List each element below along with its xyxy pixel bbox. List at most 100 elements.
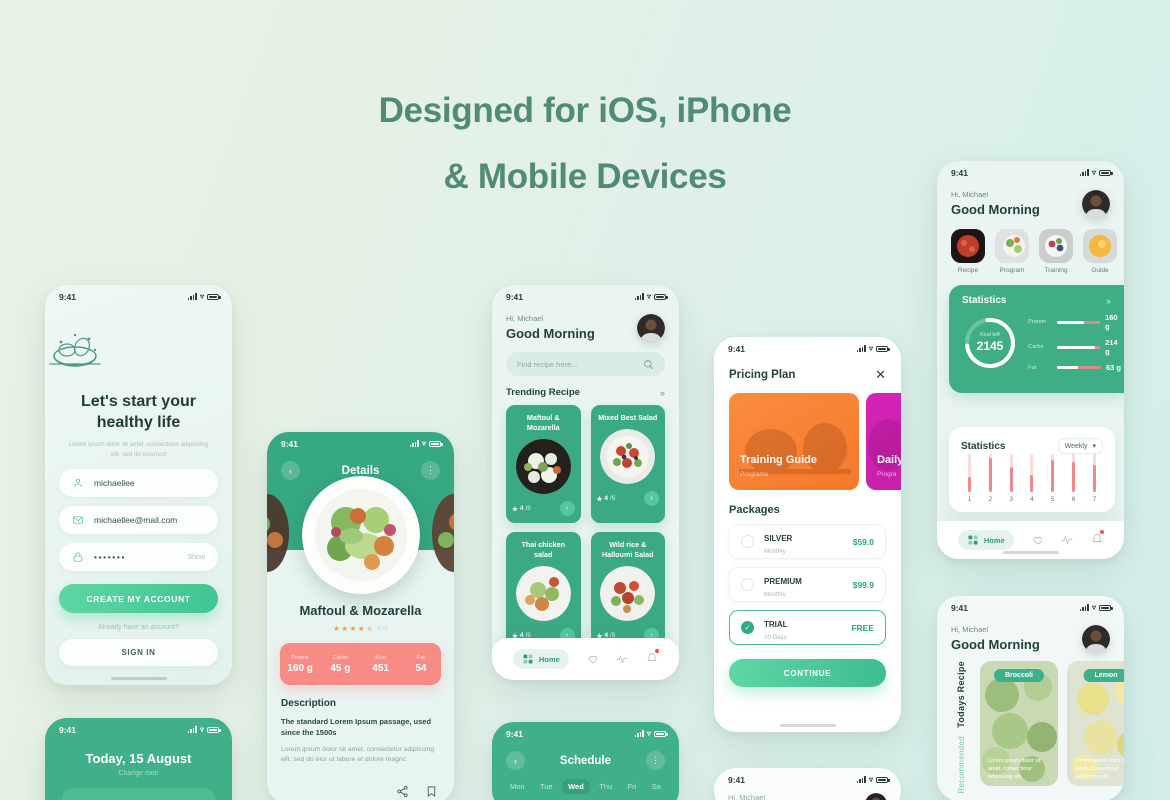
category-label: Recipe — [957, 267, 979, 274]
recipe-card[interactable]: Mixed Best Salad ★ 4/5 › — [590, 405, 665, 523]
bar-label: 6 — [1071, 496, 1076, 503]
recipe-card-text: Lorem ipsum dolor sit amet, consectetur … — [988, 758, 1041, 780]
radio-silver[interactable] — [741, 535, 754, 548]
tab-favorites-heart-icon[interactable] — [1032, 534, 1044, 546]
see-all-chevron-icon[interactable]: » — [660, 388, 665, 398]
home-indicator — [779, 724, 836, 727]
avatar[interactable] — [865, 793, 887, 800]
sign-in-button[interactable]: SIGN IN — [59, 639, 218, 666]
bar-label: 2 — [988, 496, 993, 503]
bar-label: 4 — [1030, 496, 1034, 503]
status-bar: 9:41 ▿ — [45, 718, 232, 737]
back-button[interactable]: ‹ — [506, 751, 525, 770]
password-field[interactable]: ••••••• Show — [59, 543, 218, 571]
bar-label: 7 — [1092, 496, 1097, 503]
avatar[interactable] — [1082, 625, 1110, 653]
change-date-button[interactable]: Change date — [45, 770, 232, 777]
tab-notifications[interactable] — [1091, 530, 1105, 549]
tab-notifications[interactable] — [646, 649, 660, 668]
create-account-button[interactable]: CREATE MY ACCOUNT — [59, 584, 218, 613]
package-price: $59.0 — [852, 536, 874, 547]
day-tue[interactable]: Tue — [534, 779, 559, 794]
package-name: SILVER — [764, 534, 793, 543]
macro-key: Protein — [1028, 319, 1047, 325]
promo-card-training[interactable]: Training Guide Programs — [729, 393, 859, 490]
recipe-card[interactable]: Wild rice & Halloumi Salad ★ 4/5 › — [590, 532, 665, 650]
bar-track — [1030, 454, 1034, 492]
avatar[interactable] — [1082, 190, 1110, 218]
star-icon: ★ — [333, 624, 340, 633]
status-time: 9:41 — [506, 728, 524, 739]
recipe-rating: ★ 4/5 — [596, 495, 616, 503]
today-card[interactable] — [62, 788, 215, 800]
category-recipe[interactable]: Recipe — [951, 229, 985, 274]
vertical-section-title: Todays Recipe — [956, 661, 966, 728]
package-sub: 30 Days — [764, 634, 787, 641]
search-input[interactable]: Find recipe here... — [506, 352, 665, 376]
greeting-hi: Hi, Michael — [506, 314, 544, 323]
statistics-card-header: Statistics » — [962, 295, 1124, 306]
tab-activity-icon[interactable] — [1061, 534, 1073, 546]
recipe-card-broccoli[interactable]: Broccoli Lorem ipsum dolor sit amet, con… — [980, 661, 1058, 786]
status-bar: 9:41 ▿ — [492, 722, 679, 741]
signup-title-line-1: Let's start your — [81, 393, 196, 410]
tab-favorites-heart-icon[interactable] — [587, 653, 599, 665]
recipe-open-button[interactable]: › — [644, 491, 659, 506]
tab-activity-icon[interactable] — [616, 653, 628, 665]
nutrition-value: 451 — [372, 662, 389, 674]
category-guide[interactable]: Guide — [1083, 229, 1117, 274]
recipe-card[interactable]: Thai chicken salad ★ 4/5 › — [506, 532, 581, 650]
category-program[interactable]: Program — [995, 229, 1029, 274]
package-premium[interactable]: PREMIUM Monthly $99.9 — [729, 567, 886, 602]
salad-logo-icon — [49, 333, 101, 367]
tab-home[interactable]: Home — [512, 649, 569, 669]
phone-home-screen: 9:41 ▿ Hi, Michael Good Morning Find rec… — [492, 285, 679, 680]
promo-card-daily[interactable]: Daily Progra — [866, 393, 901, 490]
back-button[interactable]: ‹ — [281, 461, 300, 480]
radio-premium[interactable] — [741, 578, 754, 591]
search-icon[interactable] — [643, 359, 654, 370]
pricing-header: Pricing Plan ✕ — [714, 356, 901, 383]
nutrition-key: Fat — [416, 654, 425, 661]
status-time: 9:41 — [728, 774, 746, 785]
bar-track — [968, 454, 971, 492]
recipe-card-lemon[interactable]: Lemon Lorem ipsum dolor sit amet, consec… — [1067, 661, 1124, 786]
category-training[interactable]: Training — [1039, 229, 1073, 274]
statistics-card-chevron-icon[interactable]: » — [1106, 296, 1111, 306]
show-password-button[interactable]: Show — [187, 554, 205, 561]
day-mon[interactable]: Mon — [504, 779, 531, 794]
radio-trial-selected[interactable]: ✓ — [741, 621, 754, 634]
category-image — [951, 229, 985, 263]
continue-button[interactable]: CONTINUE — [729, 659, 886, 687]
recipe-card-text: Lorem ipsum dolor sit amet, consectetur … — [1075, 758, 1124, 780]
signal-icon — [634, 293, 644, 300]
vertical-section-title-2: Recommended — [956, 735, 966, 794]
more-options-button[interactable]: ⋮ — [645, 751, 665, 770]
day-fri[interactable]: Fri — [622, 779, 643, 794]
username-field[interactable]: michaellee — [59, 469, 218, 497]
category-image — [995, 229, 1029, 263]
package-silver[interactable]: SILVER Monthly $59.0 — [729, 524, 886, 559]
bar-item: 4 — [1026, 454, 1037, 503]
macro-value: 63 g — [1106, 363, 1122, 372]
close-icon[interactable]: ✕ — [875, 367, 886, 383]
wifi-icon: ▿ — [421, 438, 426, 448]
recipe-open-button[interactable]: › — [559, 501, 575, 516]
day-sat[interactable]: Sa — [646, 779, 667, 794]
day-thu[interactable]: Thu — [593, 779, 618, 794]
bar-item: 7 — [1089, 454, 1100, 503]
bookmark-icon[interactable] — [425, 785, 438, 798]
package-trial[interactable]: ✓ TRIAL 30 Days FREE — [729, 610, 886, 645]
todays-recipe-section: Todays Recipe Recommended Broccoli Lorem… — [951, 661, 1124, 793]
recipe-card[interactable]: Maftoul & Mozarella ★ 4/5 › — [506, 405, 581, 523]
day-wed[interactable]: Wed — [562, 779, 590, 794]
avatar[interactable] — [637, 314, 665, 342]
more-options-button[interactable]: ⋮ — [421, 461, 440, 480]
nutrition-key: Kcal — [375, 654, 386, 661]
tab-home[interactable]: Home — [957, 530, 1014, 550]
share-icon[interactable] — [396, 785, 409, 798]
email-field[interactable]: michaellee@mail.com — [59, 506, 218, 534]
period-select[interactable]: Weekly ▾ — [1057, 438, 1103, 454]
signal-icon — [187, 726, 197, 733]
chevron-down-icon: ▾ — [1092, 443, 1096, 450]
